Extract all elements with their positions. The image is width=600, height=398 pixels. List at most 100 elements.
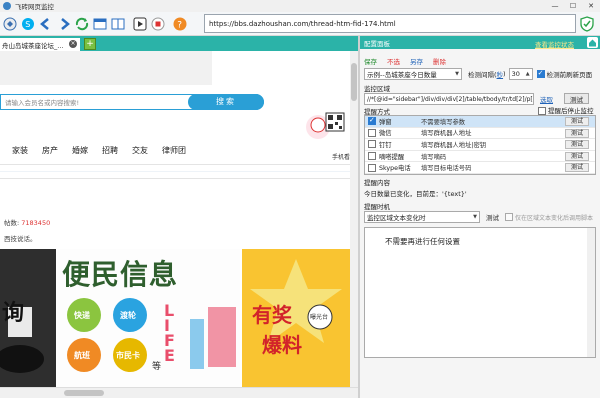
close-button[interactable]: ✕ [582,0,600,12]
save-as-link[interactable]: 另存 [410,56,423,66]
alert-checkbox[interactable] [368,140,376,149]
site-nav: 家装 房产 婚嫁 招聘 交友 律师团 [0,139,330,161]
nav-item[interactable]: 律师团 [162,145,186,156]
webpage-view[interactable]: 请输入会员名或内容搜索! 搜索 手机看 家装 房产 婚嫁 招聘 交友 律师团 帖… [0,51,358,398]
unselect-link[interactable]: 不选 [387,56,400,66]
refresh-icon[interactable] [74,16,90,32]
save-link[interactable]: 保存 [364,56,377,66]
example-select[interactable]: 示例--岛城茶座今日数量 ▼ [364,68,462,80]
toolbar: S ? https://bbs.dazhoushan.com/thread-ht… [0,12,600,36]
refresh-checkbox[interactable] [536,69,545,78]
posts-count: 帖数: 7183450 [4,217,50,227]
vertical-scrollbar[interactable] [350,51,358,387]
stop-after-alert-label: 提醒后停止监控 [548,107,594,115]
alert-checkbox[interactable] [368,128,376,137]
alert-list: 弹窗 不需要填写参数 测试 微信 填写群机器人地址 测试 钉钉 填写群机器人地址… [364,115,596,175]
logo-icon[interactable] [2,16,18,32]
layout-icon[interactable] [110,16,126,32]
xpath-input[interactable]: //*[@id="sidebar"]/div/div/div[2]/table/… [364,93,534,105]
slogan-text: 西技说话。 [4,235,37,243]
spinner-icon[interactable]: ▲ [526,71,530,77]
nav-item[interactable]: 家装 [12,145,28,156]
svg-text:S: S [25,20,30,29]
nav-item[interactable]: 婚嫁 [72,145,88,156]
banner-prize-text: 有奖 [252,303,292,327]
config-panel: 配置面板 查看监控状态 保存 不选 另存 删除 示例--岛城茶座今日数量 ▼ 检测… [360,36,600,398]
stop-after-alert-checkbox[interactable] [538,107,546,115]
title-bar: 飞砖网页监控 — ☐ ✕ [0,0,600,12]
divider [0,178,358,179]
alert-row[interactable]: 钉钉 填写群机器人地址|密钥 测试 [365,139,595,151]
timing-test-link[interactable]: 测试 [486,212,499,222]
chevron-down-icon: ▼ [455,71,459,77]
scroll-thumb[interactable] [351,63,357,101]
alert-name: 微信 [379,130,392,138]
alert-desc: 填写群机器人地址|密钥 [421,141,487,149]
alert-test-button[interactable]: 测试 [565,151,590,161]
banner-life-text: LIFE [164,301,175,365]
textarea-scrollbar[interactable] [587,228,595,357]
banner-strip[interactable]: 询 便民信息 快递 渡轮 航班 市民卡 LIFE 等 有奖 曝光台 爆料 [0,249,350,387]
alert-name: Skype电话 [379,165,411,173]
alert-checkbox[interactable] [368,163,376,172]
timing-only-label: 仅在区域文本变化后调用脚本 [515,214,594,222]
timing-select[interactable]: 监控区域文本变化时 ▼ [364,211,480,223]
skype-icon[interactable]: S [20,16,36,32]
alert-test-button[interactable]: 测试 [565,163,590,173]
alert-row[interactable]: 微信 填写群机器人地址 测试 [365,128,595,140]
nav-item[interactable]: 交友 [132,145,148,156]
site-search-button[interactable]: 搜索 [188,94,264,110]
alert-desc: 填写群机器人地址 [421,130,472,138]
chevron-down-icon: ▼ [473,214,477,220]
monitor-status-link[interactable]: 查看监控状态 [535,39,574,49]
script-textarea[interactable]: 不需要再进行任何设置 [364,227,596,358]
delete-link[interactable]: 删除 [433,56,446,66]
nav-item[interactable]: 房产 [42,145,58,156]
stop-icon[interactable] [150,16,166,32]
help-icon[interactable]: ? [172,16,188,32]
banner-badge-text: 曝光台 [310,314,329,321]
alert-name: 弹窗 [379,118,392,126]
window-icon[interactable] [92,16,108,32]
back-icon[interactable] [38,16,54,32]
posts-label: 帖数: [4,219,22,227]
alert-name: 嘀嗒提醒 [379,153,405,161]
content-template[interactable]: 今日数量已变化，目前是：'{text}' [364,188,467,198]
alert-test-button[interactable]: 测试 [565,128,590,138]
alert-checkbox[interactable] [368,152,376,161]
alert-name: 钉钉 [379,141,392,149]
site-search-input[interactable]: 请输入会员名或内容搜索! [5,97,79,107]
tab-close-icon[interactable]: × [69,40,77,48]
timing-row: 监控区域文本变化时 ▼ 测试 仅在区域文本变化后调用脚本 [364,211,593,223]
alert-checkbox[interactable] [368,116,376,126]
alert-row[interactable]: 嘀嗒提醒 填写嘀码 测试 [365,151,595,163]
banner-item: 市民卡 [116,351,140,360]
tab-label: 舟山岛城茶座论坛_... [2,41,64,50]
banner-info-image[interactable]: 便民信息 快递 渡轮 航班 市民卡 LIFE 等 [60,249,240,387]
horizontal-scrollbar[interactable] [0,387,358,398]
alert-row[interactable]: 弹窗 不需要填写参数 测试 [365,116,595,128]
banner-report-text: 爆料 [262,333,302,357]
shield-icon[interactable] [580,16,594,32]
select-area-link[interactable]: 选取 [540,94,553,104]
home-icon[interactable] [587,37,598,48]
interval-input[interactable]: 30 ▲ [508,68,533,80]
banner-report-image[interactable]: 有奖 曝光台 爆料 [242,249,350,387]
posts-number: 7183450 [21,219,51,227]
maximize-button[interactable]: ☐ [564,0,582,12]
tab-active[interactable]: 舟山岛城茶座论坛_... × [0,38,80,51]
address-bar[interactable]: https://bbs.dazhoushan.com/thread-htm-fi… [204,14,576,33]
alert-row[interactable]: Skype电话 填写目标电话号码 测试 [365,162,595,174]
alert-test-button[interactable]: 测试 [565,117,590,126]
scroll-thumb[interactable] [64,390,104,396]
alert-test-button[interactable]: 测试 [565,140,590,150]
area-test-button[interactable]: 测试 [564,93,589,104]
add-tab-button[interactable]: + [84,38,96,50]
play-icon[interactable] [132,16,148,32]
forward-icon[interactable] [56,16,72,32]
banner-left-image[interactable]: 询 [0,249,56,387]
nav-item[interactable]: 招聘 [102,145,118,156]
panel-title: 配置面板 [364,39,390,48]
timing-only-checkbox[interactable] [505,213,513,221]
minimize-button[interactable]: — [546,0,564,12]
